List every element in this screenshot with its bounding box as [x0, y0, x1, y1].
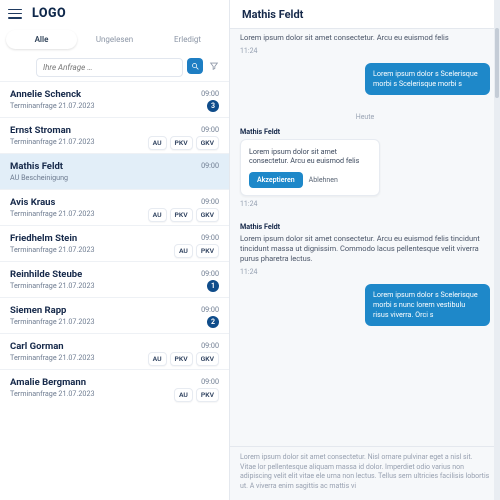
- item-time: 09:00: [201, 233, 219, 242]
- item-time: 09:00: [201, 305, 219, 314]
- item-right: 3: [207, 100, 219, 112]
- item-time: 09:00: [201, 341, 219, 350]
- item-name: Friedhelm Stein: [10, 233, 219, 244]
- outgoing-time: [240, 97, 490, 105]
- list-item[interactable]: Annelie SchenckTerminanfrage 21.07.2023 0…: [0, 81, 229, 117]
- item-right: AUPKVGKV: [148, 136, 219, 150]
- inbox-tabs: Alle Ungelesen Erledigt: [0, 27, 229, 49]
- accept-button[interactable]: Akzeptieren: [249, 172, 303, 188]
- list-item[interactable]: Amalie BergmannTerminanfrage 21.07.20230…: [0, 369, 229, 405]
- tag-chip: PKV: [196, 388, 219, 402]
- tab-done[interactable]: Erledigt: [152, 30, 223, 49]
- message-time: 11:24: [240, 47, 490, 55]
- tag-chip: GKV: [196, 208, 219, 222]
- tag-chip: AU: [148, 136, 167, 150]
- date-divider: Heute: [240, 113, 490, 121]
- tab-unread[interactable]: Ungelesen: [79, 30, 150, 49]
- list-item[interactable]: Siemen RappTerminanfrage 21.07.2023 09:00…: [0, 297, 229, 333]
- tag-chip: PKV: [170, 352, 193, 366]
- message-text: Lorem ipsum dolor sit amet consectetur. …: [240, 33, 490, 43]
- item-subtitle: Terminanfrage 21.07.2023: [10, 281, 219, 290]
- list-item[interactable]: Friedhelm SteinTerminanfrage 21.07.20230…: [0, 225, 229, 261]
- item-right: 2: [207, 316, 219, 328]
- outgoing-message: Lorem ipsum dolor s Scelerisque morbi s …: [365, 63, 490, 94]
- item-subtitle: AU Bescheinigung: [10, 173, 219, 182]
- item-right: AUPKVGKV: [148, 352, 219, 366]
- item-name: Reinhilde Steube: [10, 269, 219, 280]
- item-name: Ernst Stroman: [10, 125, 219, 136]
- item-subtitle: Terminanfrage 21.07.2023: [10, 101, 219, 110]
- inbox-list: Annelie SchenckTerminanfrage 21.07.20230…: [0, 81, 229, 500]
- list-item[interactable]: Reinhilde SteubeTerminanfrage 21.07.2023…: [0, 261, 229, 297]
- conversation-title: Mathis Feldt: [230, 0, 500, 29]
- item-name: Annelie Schenck: [10, 89, 219, 100]
- item-time: 09:00: [201, 161, 219, 170]
- unread-badge: 3: [207, 100, 219, 112]
- item-time: 09:00: [201, 89, 219, 98]
- tag-chip: PKV: [170, 208, 193, 222]
- tag-chip: GKV: [196, 136, 219, 150]
- tag-chip: AU: [174, 388, 193, 402]
- menu-icon[interactable]: [8, 9, 22, 19]
- outgoing-message: Lorem ipsum dolor s Scelerisque morbi s …: [365, 284, 490, 325]
- item-right: AUPKVGKV: [148, 208, 219, 222]
- tag-chip: AU: [174, 244, 193, 258]
- item-time: 09:00: [201, 377, 219, 386]
- search-input-wrap: [36, 55, 183, 77]
- sidebar: LOGO Alle Ungelesen Erledigt Annelie Sch…: [0, 0, 230, 500]
- item-name: Avis Kraus: [10, 197, 219, 208]
- chat-area: Lorem ipsum dolor sit amet consectetur. …: [230, 29, 500, 446]
- tag-chip: AU: [148, 208, 167, 222]
- search-input[interactable]: [36, 58, 183, 77]
- filter-button[interactable]: [207, 59, 221, 73]
- tag-chip: PKV: [196, 244, 219, 258]
- unread-badge: 1: [207, 280, 219, 292]
- sender-name: Mathis Feldt: [240, 127, 490, 136]
- item-right: AUPKV: [174, 388, 219, 402]
- scrollbar-track[interactable]: [494, 0, 500, 500]
- item-time: 09:00: [201, 197, 219, 206]
- scrollbar-thumb[interactable]: [495, 28, 499, 98]
- message-time: 11:24: [240, 200, 490, 208]
- item-right: 1: [207, 280, 219, 292]
- search-icon: [191, 62, 200, 71]
- decline-button[interactable]: Ablehnen: [309, 176, 338, 184]
- tag-chip: PKV: [170, 136, 193, 150]
- unread-badge: 2: [207, 316, 219, 328]
- list-item[interactable]: Carl GormanTerminanfrage 21.07.202309:00…: [0, 333, 229, 369]
- item-name: Siemen Rapp: [10, 305, 219, 316]
- list-item[interactable]: Mathis FeldtAU Bescheinigung 09:00: [0, 153, 229, 189]
- item-time: 09:00: [201, 125, 219, 134]
- list-item[interactable]: Avis KrausTerminanfrage 21.07.202309:00A…: [0, 189, 229, 225]
- logo: LOGO: [32, 6, 66, 21]
- item-name: Amalie Bergmann: [10, 377, 219, 388]
- message-text: Lorem ipsum dolor sit amet consectetur. …: [240, 234, 490, 264]
- item-right: AUPKV: [174, 244, 219, 258]
- filter-icon: [209, 61, 219, 71]
- item-time: 09:00: [201, 269, 219, 278]
- message-time: 11:24: [240, 268, 490, 276]
- list-item[interactable]: Ernst StromanTerminanfrage 21.07.202309:…: [0, 117, 229, 153]
- request-card: Lorem ipsum dolor sit amet consectetur. …: [240, 139, 380, 196]
- tag-chip: AU: [148, 352, 167, 366]
- item-subtitle: Terminanfrage 21.07.2023: [10, 317, 219, 326]
- footer-note: Lorem ipsum dolor sit amet consectetur. …: [230, 446, 500, 500]
- item-name: Mathis Feldt: [10, 161, 219, 172]
- sender-name: Mathis Feldt: [240, 222, 490, 231]
- search-button[interactable]: [187, 58, 203, 74]
- tag-chip: GKV: [196, 352, 219, 366]
- card-text: Lorem ipsum dolor sit amet consectetur. …: [249, 147, 371, 166]
- conversation-panel: Mathis Feldt Lorem ipsum dolor sit amet …: [230, 0, 500, 500]
- tab-all[interactable]: Alle: [6, 30, 77, 49]
- item-name: Carl Gorman: [10, 341, 219, 352]
